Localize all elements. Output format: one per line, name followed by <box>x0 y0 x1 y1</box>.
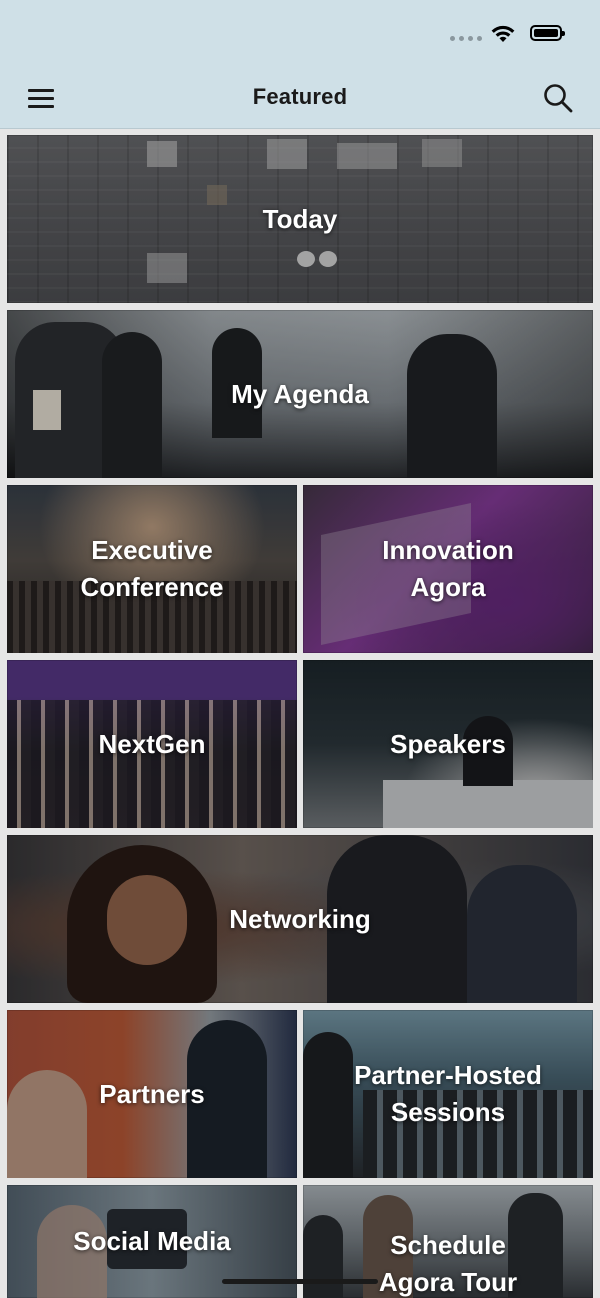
tile-networking[interactable]: Networking <box>7 835 593 1003</box>
tile-label: NextGen <box>98 728 206 759</box>
search-icon[interactable] <box>540 80 576 116</box>
cellular-signal-icon <box>450 36 482 41</box>
tile-label: Speakers <box>390 728 506 759</box>
home-indicator[interactable] <box>222 1279 378 1284</box>
tile-partner-hosted-sessions[interactable]: Partner-Hosted Sessions <box>303 1010 593 1178</box>
tile-label: Today <box>262 203 338 234</box>
status-bar <box>0 0 600 70</box>
page-title: Featured <box>252 84 348 109</box>
tile-my-agenda[interactable]: My Agenda <box>7 310 593 478</box>
tile-label: Networking <box>229 903 371 934</box>
tile-label: Schedule Agora Tour <box>378 1229 518 1297</box>
wifi-icon <box>491 25 515 42</box>
tile-label: Social Media <box>73 1226 231 1256</box>
battery-icon <box>530 25 565 41</box>
tile-label: Executive Conference <box>80 535 224 602</box>
featured-tile-grid: Today My Agenda Executive Conference Inn… <box>0 129 600 1298</box>
tile-label: Innovation Agora <box>382 535 514 602</box>
tile-label: My Agenda <box>231 378 369 409</box>
tile-innovation-agora[interactable]: Innovation Agora <box>303 485 593 653</box>
tile-label: Partner-Hosted Sessions <box>354 1060 542 1127</box>
tile-partners[interactable]: Partners <box>7 1010 297 1178</box>
nav-bar: Featured <box>0 70 600 129</box>
tile-nextgen[interactable]: NextGen <box>7 660 297 828</box>
tile-label: Partners <box>99 1078 205 1109</box>
tile-speakers[interactable]: Speakers <box>303 660 593 828</box>
tile-executive-conference[interactable]: Executive Conference <box>7 485 297 653</box>
tile-today[interactable]: Today <box>7 135 593 303</box>
